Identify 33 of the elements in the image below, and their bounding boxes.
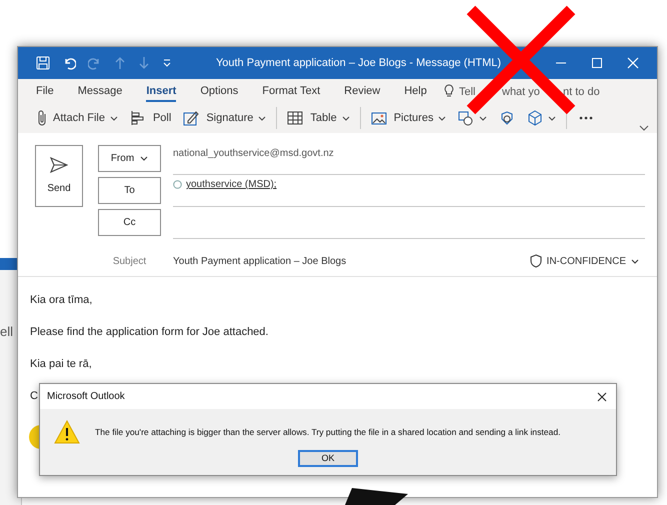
body-text: Please find the application form for Joe attached. (30, 325, 268, 340)
subject-label: Subject (112, 254, 148, 269)
window-title: Youth Payment application – Joe Blogs - Message (HTML) (214, 56, 502, 71)
ok-button[interactable]: OK (298, 450, 358, 467)
dialog-title: Microsoft Outlook (47, 390, 126, 404)
from-address: national_youthservice@msd.govt.nz (173, 147, 334, 161)
menu-tab[interactable]: Review (344, 79, 380, 103)
dialog-message: The file you're attaching is bigger than the server allows. Try putting the file in a shared location and sending a link instead. (95, 426, 560, 438)
send-button[interactable]: Send (35, 145, 83, 207)
body-text: C (30, 389, 38, 404)
attach-button[interactable]: Attach File (32, 106, 124, 130)
tell-me-placeholder-text[interactable]: nt to do (563, 84, 600, 100)
background-text: ell (0, 323, 14, 341)
table-button[interactable]: Table (281, 106, 356, 130)
menu-tab[interactable]: Insert (146, 79, 176, 103)
to-button[interactable]: To (98, 177, 161, 204)
tell-me-placeholder-text[interactable]: Tell (459, 84, 476, 100)
menu-tab[interactable]: Help (404, 79, 427, 103)
menu-tab[interactable]: Format Text (262, 79, 320, 103)
signature-button[interactable]: Signature (177, 106, 272, 130)
body-text: Kia ora tīma, (30, 293, 92, 308)
pictures-button[interactable]: Pictures (364, 106, 452, 130)
poll-button[interactable]: Poll (124, 106, 178, 130)
menu-tab[interactable]: Options (200, 79, 238, 103)
subject-field[interactable]: Youth Payment application – Joe Blogs (173, 254, 530, 269)
from-button[interactable]: From (98, 145, 161, 172)
body-text: Kia pai te rā, (30, 357, 92, 372)
sensitivity-button[interactable]: IN-CONFIDENCE (530, 254, 639, 269)
menu-tab[interactable]: File (36, 79, 54, 103)
recipient-link[interactable]: youthservice (MSD); (186, 177, 277, 192)
menu-tab[interactable]: Message (78, 79, 122, 103)
tell-me-placeholder-text[interactable]: what yo (502, 84, 540, 100)
cc-button[interactable]: Cc (98, 209, 161, 236)
